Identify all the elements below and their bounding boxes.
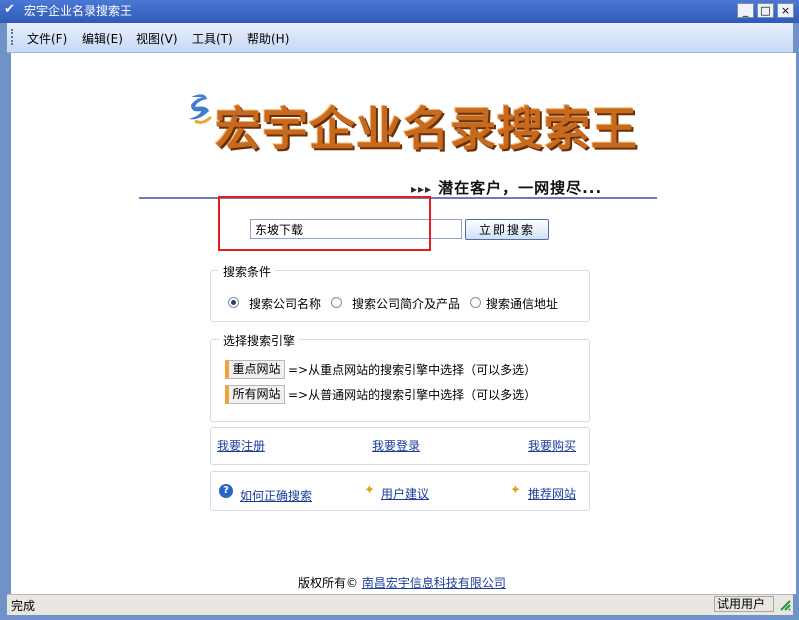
logo-text: 宏宇企业名录搜索王 xyxy=(215,102,638,156)
maximize-button[interactable]: □ xyxy=(757,3,774,18)
question-icon: ? xyxy=(219,484,233,498)
search-button[interactable]: 立即搜索 xyxy=(465,219,549,240)
user-suggestion-link[interactable]: 用户建议 xyxy=(381,485,429,502)
menu-edit[interactable]: 编辑(E) xyxy=(82,30,123,47)
radio-address[interactable] xyxy=(470,297,481,308)
recommend-site-link[interactable]: 推荐网站 xyxy=(528,485,576,502)
slogan-arrows: ▸▸▸ xyxy=(411,182,433,196)
radio-company-profile[interactable] xyxy=(331,297,342,308)
swirl-logo-icon xyxy=(189,94,213,124)
login-link[interactable]: 我要登录 xyxy=(372,437,420,454)
account-links-group: 我要注册 我要登录 我要购买 xyxy=(210,427,590,465)
all-sites-desc: =>从普通网站的搜索引擎中选择（可以多选） xyxy=(288,388,537,402)
radio-company-profile-label[interactable]: 搜索公司简介及产品 xyxy=(352,295,460,312)
slogan-text: 潜在客户，一网搜尽... xyxy=(438,179,603,197)
slogan: ▸▸▸ 潜在客户，一网搜尽... xyxy=(411,177,602,198)
star-icon-2: ✦ xyxy=(510,483,521,498)
toolbar-grip[interactable] xyxy=(11,29,15,45)
status-text: 完成 xyxy=(11,599,36,613)
how-to-search-link[interactable]: 如何正确搜索 xyxy=(240,487,312,504)
all-sites-button[interactable]: 所有网站 xyxy=(225,385,285,404)
key-sites-button[interactable]: 重点网站 xyxy=(225,360,285,379)
minimize-button[interactable]: _ xyxy=(737,3,754,18)
close-button[interactable]: × xyxy=(777,3,794,18)
radio-company-name[interactable] xyxy=(228,297,239,308)
search-engines-legend: 选择搜索引擎 xyxy=(219,332,300,349)
menu-file[interactable]: 文件(F) xyxy=(27,30,67,47)
company-link[interactable]: 南昌宏宇信息科技有限公司 xyxy=(362,576,506,590)
window-title: 宏宇企业名录搜索王 xyxy=(24,4,133,18)
highlight-annotation xyxy=(218,196,431,251)
help-links-group: ? 如何正确搜索 ✦ 用户建议 ✦ 推荐网站 xyxy=(210,471,590,511)
register-link[interactable]: 我要注册 xyxy=(217,437,265,454)
main-content: 宏宇企业名录搜索王 ▸▸▸ 潜在客户，一网搜尽... 立即搜索 搜索条件 搜索公司… xyxy=(11,53,796,594)
copyright: 版权所有© 南昌宏宇信息科技有限公司 xyxy=(298,574,506,591)
menu-view[interactable]: 视图(V) xyxy=(136,30,178,47)
menu-bar: 文件(F) 编辑(E) 视图(V) 工具(T) 帮助(H) xyxy=(7,23,793,53)
status-bar: 完成 试用用户 xyxy=(7,594,793,615)
radio-company-name-label[interactable]: 搜索公司名称 xyxy=(249,295,321,312)
app-icon: ✔ xyxy=(4,2,15,17)
title-bar: ✔ 宏宇企业名录搜索王 _ □ × xyxy=(0,0,799,23)
key-sites-desc: =>从重点网站的搜索引擎中选择（可以多选） xyxy=(288,363,537,377)
app-logo: 宏宇企业名录搜索王 xyxy=(185,91,675,161)
search-conditions-group: 搜索条件 搜索公司名称 搜索公司简介及产品 搜索通信地址 xyxy=(210,263,590,322)
copyright-prefix: 版权所有© xyxy=(298,576,359,590)
buy-link[interactable]: 我要购买 xyxy=(528,437,576,454)
menu-help[interactable]: 帮助(H) xyxy=(247,30,289,47)
radio-address-label[interactable]: 搜索通信地址 xyxy=(486,295,558,312)
user-status-panel: 试用用户 xyxy=(714,596,774,612)
search-engines-group: 选择搜索引擎 重点网站 =>从重点网站的搜索引擎中选择（可以多选） 所有网站 =… xyxy=(210,332,590,422)
resize-grip-icon[interactable] xyxy=(779,599,791,611)
star-icon: ✦ xyxy=(364,483,375,498)
menu-tools[interactable]: 工具(T) xyxy=(192,30,233,47)
search-conditions-legend: 搜索条件 xyxy=(219,263,276,280)
